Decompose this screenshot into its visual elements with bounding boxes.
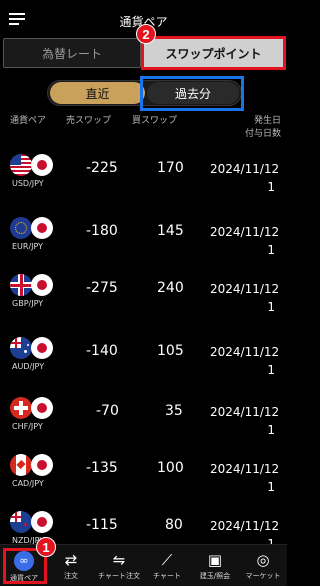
eur-jpy-flag-icon [10, 217, 56, 239]
date-cell: 2024/11/12 1 [210, 403, 279, 439]
buy-swap: 35 [165, 403, 183, 419]
table-row[interactable]: CHF/JPY -70 35 2024/11/12 1 [0, 391, 287, 445]
date: 2024/11/12 [210, 162, 280, 176]
pair-label: USD/JPY [12, 179, 44, 188]
date: 2024/11/12 [210, 225, 280, 239]
pair-label: GBP/JPY [12, 299, 44, 308]
sell-swap: -225 [86, 160, 118, 176]
buy-swap: 145 [157, 223, 184, 239]
date-cell: 2024/11/12 1 [210, 460, 279, 496]
date: 2024/11/12 [210, 519, 280, 533]
chart-order-icon: ⇋ [112, 551, 126, 569]
nav-label: チャート [153, 572, 181, 580]
aud-jpy-flag-icon [10, 337, 56, 359]
sell-swap: -140 [86, 343, 118, 359]
nav-label: 注文 [64, 572, 78, 580]
table-row[interactable]: GBP/JPY -275 240 2024/11/12 1 [0, 268, 287, 322]
nav-chart-order[interactable]: ⇋ チャート注文 [95, 545, 143, 586]
date-cell: 2024/11/12 1 [210, 343, 279, 379]
highlight-frame-blue [140, 76, 244, 111]
gbp-jpy-flag-icon [10, 274, 56, 296]
sell-swap: -115 [86, 517, 118, 533]
col-date-line2: 付与日数 [244, 129, 281, 139]
col-buy-header: 買スワップ [132, 116, 178, 126]
date: 2024/11/12 [210, 282, 280, 296]
date-cell: 2024/11/12 1 [210, 223, 279, 259]
chart-icon: ⟋ [161, 551, 173, 569]
buy-swap: 240 [157, 280, 184, 296]
market-globe-icon: ◎ [256, 551, 270, 569]
tab-exchange-rate[interactable]: 為替レート [3, 38, 141, 68]
buy-swap: 170 [157, 160, 184, 176]
date-cell: 2024/11/12 1 [210, 160, 279, 196]
pair-label: CAD/JPY [12, 479, 44, 488]
date: 2024/11/12 [210, 345, 280, 359]
nav-label: マーケット [245, 572, 281, 580]
days: 1 [267, 180, 275, 194]
col-pair-header: 通貨ペア [10, 116, 47, 126]
col-sell-header: 売スワップ [66, 116, 112, 126]
date: 2024/11/12 [210, 405, 280, 419]
cad-jpy-flag-icon [10, 454, 56, 476]
callout-marker-1: 1 [36, 537, 56, 557]
pair-label: AUD/JPY [12, 362, 45, 371]
days: 1 [267, 480, 275, 494]
table-row[interactable]: AUD/JPY -140 105 2024/11/12 1 [0, 331, 287, 385]
date: 2024/11/12 [210, 462, 280, 476]
nav-chart[interactable]: ⟋ チャート [143, 545, 191, 586]
nav-position[interactable]: ▣ 建玉/照会 [191, 545, 239, 586]
days: 1 [267, 243, 275, 257]
nav-label: チャート注文 [98, 572, 140, 580]
table-row[interactable]: EUR/JPY -180 145 2024/11/12 1 [0, 211, 287, 265]
buy-swap: 105 [157, 343, 184, 359]
pair-label: EUR/JPY [12, 242, 44, 251]
days: 1 [267, 363, 275, 377]
callout-marker-2: 2 [136, 24, 156, 44]
order-arrows-icon: ⇄ [64, 551, 78, 569]
buy-swap: 80 [165, 517, 183, 533]
col-date-line1: 発生日 [253, 116, 281, 126]
sell-swap: -135 [86, 460, 118, 476]
chf-jpy-flag-icon [10, 397, 56, 419]
tab-swap-points[interactable]: スワップポイント [141, 36, 286, 70]
nav-label: 建玉/照会 [199, 572, 231, 580]
recent-button[interactable]: 直近 [50, 82, 145, 104]
position-icon: ▣ [207, 551, 223, 569]
buy-swap: 100 [157, 460, 184, 476]
col-date-header: 発生日 付与日数 [226, 115, 281, 141]
sell-swap: -180 [86, 223, 118, 239]
table-row[interactable]: USD/JPY -225 170 2024/11/12 1 [0, 148, 287, 202]
nav-market[interactable]: ◎ マーケット [239, 545, 287, 586]
sell-swap: -70 [96, 403, 119, 419]
sell-swap: -275 [86, 280, 118, 296]
usd-jpy-flag-icon [10, 154, 56, 176]
pair-label: CHF/JPY [12, 422, 43, 431]
table-row[interactable]: CAD/JPY -135 100 2024/11/12 1 [0, 448, 287, 502]
days: 1 [267, 300, 275, 314]
days: 1 [267, 423, 275, 437]
nzd-jpy-flag-icon [10, 511, 56, 533]
date-cell: 2024/11/12 1 [210, 280, 279, 316]
